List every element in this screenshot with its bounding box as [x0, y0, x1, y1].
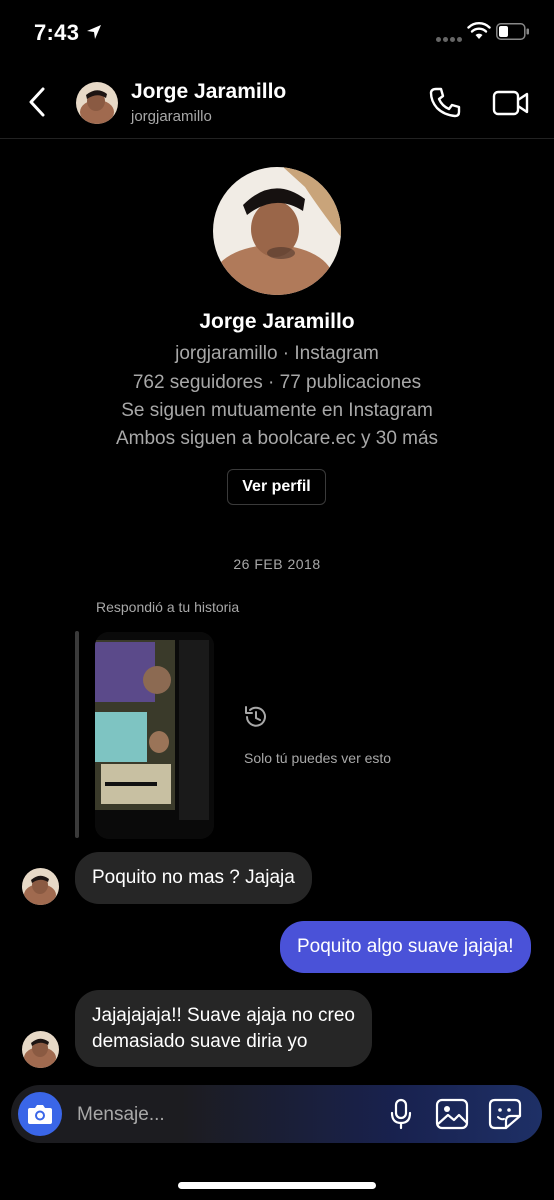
profile-stats: 762 seguidores · 77 publicaciones	[132, 372, 422, 393]
only-you-can-see-label: Solo tú puedes ver esto	[244, 750, 392, 766]
video-call-icon[interactable]	[492, 88, 530, 118]
microphone-icon[interactable]	[387, 1098, 415, 1130]
location-arrow-icon	[87, 25, 101, 39]
avatar[interactable]	[22, 868, 59, 905]
reply-indicator-bar	[75, 631, 79, 838]
profile-username-platform: jorgjaramillo · Instagram	[175, 343, 379, 364]
history-icon	[245, 706, 266, 727]
message-input[interactable]	[75, 1097, 319, 1133]
view-profile-button[interactable]: Ver perfil	[227, 469, 326, 505]
profile-name: Jorge Jaramillo	[199, 310, 355, 333]
camera-icon	[28, 1105, 52, 1124]
contact-username[interactable]: jorgjaramillo	[131, 108, 212, 125]
message-bubble-outgoing[interactable]: Poquito algo suave jajaja!	[280, 921, 531, 973]
back-icon[interactable]	[24, 84, 50, 120]
message-text: Poquito no mas ? Jajaja	[92, 867, 295, 888]
story-reply-label: Respondió a tu historia	[96, 599, 240, 615]
wifi-icon	[467, 22, 491, 39]
message-bubble-incoming[interactable]: Poquito no mas ? Jajaja	[75, 852, 312, 904]
chat-header: Jorge Jaramillo jorgjaramillo	[0, 66, 554, 139]
contact-name[interactable]: Jorge Jaramillo	[131, 80, 286, 104]
message-text: Poquito algo suave jajaja!	[297, 936, 514, 957]
profile-mutual-follow: Se siguen mutuamente en Instagram	[121, 400, 433, 421]
story-thumbnail[interactable]	[95, 632, 214, 839]
message-text: demasiado suave diria yo	[92, 1030, 308, 1052]
avatar[interactable]	[76, 82, 118, 124]
profile-mutual-followers: Ambos siguen a boolcare.ec y 30 más	[115, 428, 439, 449]
signal-icon	[436, 29, 464, 47]
avatar[interactable]	[22, 1031, 59, 1068]
battery-icon	[496, 23, 529, 40]
message-text: Jajajajaja!! Suave ajaja no creo	[92, 1004, 356, 1026]
home-indicator[interactable]	[178, 1182, 376, 1189]
message-composer	[11, 1085, 542, 1143]
status-bar: 7:43	[0, 0, 554, 66]
status-time: 7:43	[34, 20, 80, 45]
message-bubble-incoming[interactable]: Jajajajaja!! Suave ajaja no creo demasia…	[75, 990, 373, 1067]
sticker-icon[interactable]	[488, 1098, 522, 1130]
date-separator: 26 FEB 2018	[233, 556, 321, 572]
call-icon[interactable]	[428, 86, 462, 120]
camera-button[interactable]	[18, 1092, 62, 1136]
profile-avatar[interactable]	[213, 167, 341, 295]
gallery-icon[interactable]	[435, 1098, 469, 1130]
